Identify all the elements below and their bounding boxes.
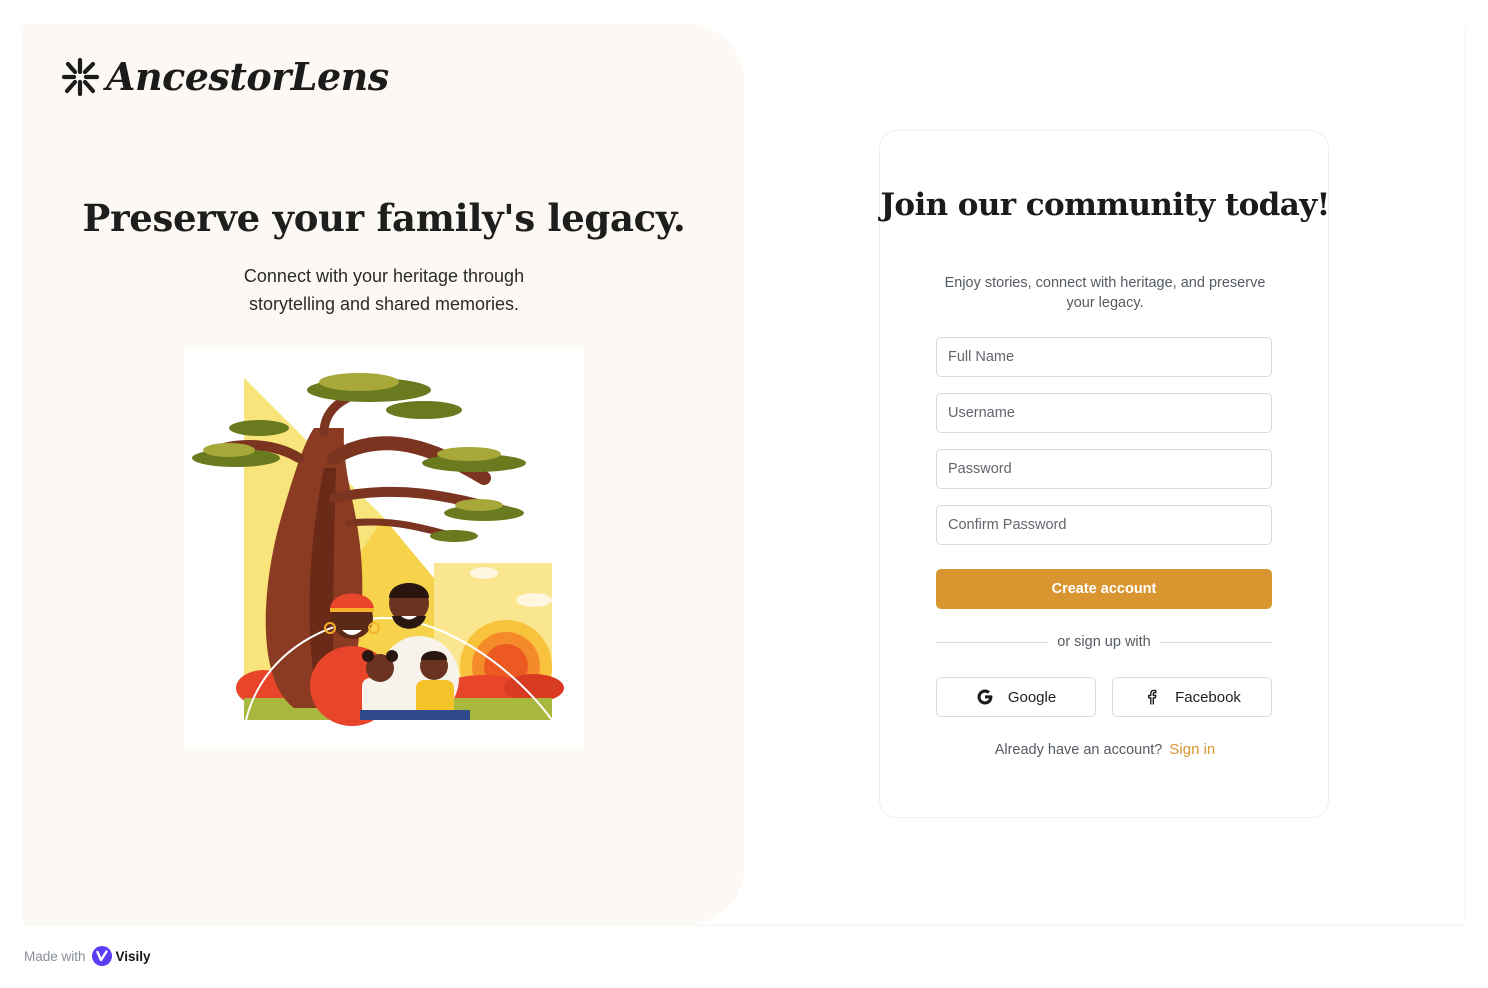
sign-in-link[interactable]: Sign in — [1169, 741, 1215, 758]
google-icon — [977, 689, 993, 705]
full-name-field[interactable] — [936, 337, 1272, 377]
facebook-icon — [1148, 689, 1157, 705]
google-signup-button[interactable]: Google — [936, 677, 1096, 717]
visily-brand: Visily — [115, 948, 151, 964]
illustration-image — [192, 373, 564, 726]
facebook-label: Facebook — [1175, 688, 1241, 706]
facebook-signup-button[interactable]: Facebook — [1112, 677, 1272, 717]
hero-subtitle: Connect with your heritage through story… — [243, 266, 525, 314]
hero-panel: AncestorLens Preserve your family's lega… — [24, 24, 744, 924]
signup-subtitle: Enjoy stories, connect with heritage, an… — [944, 275, 1266, 311]
divider-line-right — [1160, 642, 1272, 643]
hero-title: Preserve your family's legacy. — [82, 196, 686, 240]
password-field[interactable] — [936, 449, 1272, 489]
signin-row: Already have an account? Sign in — [880, 741, 1330, 758]
create-account-button[interactable]: Create account — [936, 569, 1272, 609]
signup-title: Join our community today! — [880, 187, 1330, 223]
made-with-text: Made with — [24, 948, 86, 964]
brand-logo[interactable]: AncestorLens — [60, 54, 389, 99]
visily-logo-icon — [91, 946, 112, 966]
brand-name: AncestorLens — [106, 54, 389, 99]
confirm-password-field[interactable] — [936, 505, 1272, 545]
asterisk-logo-icon — [61, 57, 100, 96]
made-with-badge[interactable]: Made with Visily — [24, 946, 151, 966]
signin-prompt: Already have an account? — [994, 742, 1163, 758]
google-label: Google — [1007, 688, 1057, 706]
username-field[interactable] — [936, 393, 1272, 433]
family-baobab-illustration — [184, 348, 584, 748]
app-frame: AncestorLens Preserve your family's lega… — [24, 24, 1464, 924]
signup-divider: or sign up with — [936, 633, 1272, 653]
signup-card: Join our community today! Enjoy stories,… — [879, 130, 1330, 818]
